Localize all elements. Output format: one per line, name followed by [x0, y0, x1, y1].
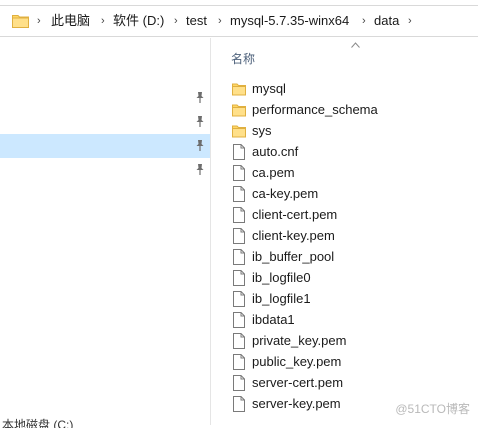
pin-icon[interactable]	[194, 139, 206, 152]
breadcrumb-this-pc[interactable]: 此电脑	[51, 6, 90, 36]
file-icon	[233, 291, 245, 307]
file-name: public_key.pem	[252, 354, 342, 369]
file-icon	[233, 312, 245, 328]
file-row-public-key-pem[interactable]: public_key.pem	[230, 351, 460, 372]
chevron-right-icon[interactable]: ›	[218, 6, 222, 36]
chevron-right-icon[interactable]: ›	[37, 6, 41, 36]
file-row-ibdata1[interactable]: ibdata1	[230, 309, 460, 330]
file-row-client-key-pem[interactable]: client-key.pem	[230, 225, 460, 246]
breadcrumb-data[interactable]: data	[374, 6, 399, 36]
folder-icon	[232, 83, 246, 96]
file-name: ca-key.pem	[252, 186, 319, 201]
file-row-ca-pem[interactable]: ca.pem	[230, 162, 460, 183]
file-name: private_key.pem	[252, 333, 347, 348]
folder-icon	[232, 104, 246, 117]
file-row-private-key-pem[interactable]: private_key.pem	[230, 330, 460, 351]
file-name: ib_buffer_pool	[252, 249, 335, 264]
file-row-ib-logfile1[interactable]: ib_logfile1	[230, 288, 460, 309]
file-name: ibdata1	[252, 312, 295, 327]
file-row-ib-logfile0[interactable]: ib_logfile0	[230, 267, 460, 288]
file-icon	[233, 270, 245, 286]
file-name: sys	[252, 123, 272, 138]
file-list: mysql performance_schema sys auto.cnf ca…	[230, 78, 460, 414]
file-icon	[233, 207, 245, 223]
folder-row-performance-schema[interactable]: performance_schema	[230, 99, 460, 120]
chevron-right-icon[interactable]: ›	[174, 6, 178, 36]
file-icon	[233, 144, 245, 160]
breadcrumb-test[interactable]: test	[186, 6, 207, 36]
address-bar[interactable]: › 此电脑 › 软件 (D:) › test › mysql-5.7.35-wi…	[0, 5, 478, 37]
file-icon	[233, 375, 245, 391]
file-icon	[233, 354, 245, 370]
file-row-auto-cnf[interactable]: auto.cnf	[230, 141, 460, 162]
navigation-pane: 本地磁盘 (C:)	[0, 38, 211, 428]
file-name: client-cert.pem	[252, 207, 338, 222]
quick-access-item[interactable]	[0, 86, 210, 110]
file-name: ib_logfile0	[252, 270, 311, 285]
file-name: auto.cnf	[252, 144, 299, 159]
file-name: ca.pem	[252, 165, 295, 180]
quick-access-item[interactable]	[0, 158, 210, 182]
file-row-client-cert-pem[interactable]: client-cert.pem	[230, 204, 460, 225]
sort-ascending-icon	[351, 42, 360, 48]
file-name: server-key.pem	[252, 396, 341, 411]
file-icon	[233, 396, 245, 412]
watermark: @51CTO博客	[395, 402, 470, 416]
file-row-ib-buffer-pool[interactable]: ib_buffer_pool	[230, 246, 460, 267]
file-name: ib_logfile1	[252, 291, 311, 306]
folder-row-sys[interactable]: sys	[230, 120, 460, 141]
pin-icon[interactable]	[194, 163, 206, 176]
file-icon	[233, 249, 245, 265]
pin-icon[interactable]	[194, 115, 206, 128]
folder-icon	[12, 15, 29, 28]
folder-row-mysql[interactable]: mysql	[230, 78, 460, 99]
breadcrumb-drive[interactable]: 软件 (D:)	[113, 6, 164, 36]
folder-icon	[232, 125, 246, 138]
file-name: server-cert.pem	[252, 375, 344, 390]
file-name: mysql	[252, 81, 286, 96]
chevron-right-icon[interactable]: ›	[362, 6, 366, 36]
breadcrumb-mysql[interactable]: mysql-5.7.35-winx64	[230, 6, 349, 36]
file-name: performance_schema	[252, 102, 378, 117]
file-row-ca-key-pem[interactable]: ca-key.pem	[230, 183, 460, 204]
file-icon	[233, 333, 245, 349]
quick-access-item[interactable]	[0, 110, 210, 134]
chevron-right-icon[interactable]: ›	[408, 6, 412, 36]
file-row-server-cert-pem[interactable]: server-cert.pem	[230, 372, 460, 393]
chevron-right-icon[interactable]: ›	[101, 6, 105, 36]
file-icon	[233, 228, 245, 244]
file-name: client-key.pem	[252, 228, 335, 243]
column-header-name[interactable]: 名称	[231, 50, 255, 67]
pin-icon[interactable]	[194, 91, 206, 104]
quick-access-item-selected[interactable]	[0, 134, 210, 158]
file-icon	[233, 186, 245, 202]
nav-drive-c[interactable]: 本地磁盘 (C:)	[2, 414, 73, 428]
file-icon	[233, 165, 245, 181]
